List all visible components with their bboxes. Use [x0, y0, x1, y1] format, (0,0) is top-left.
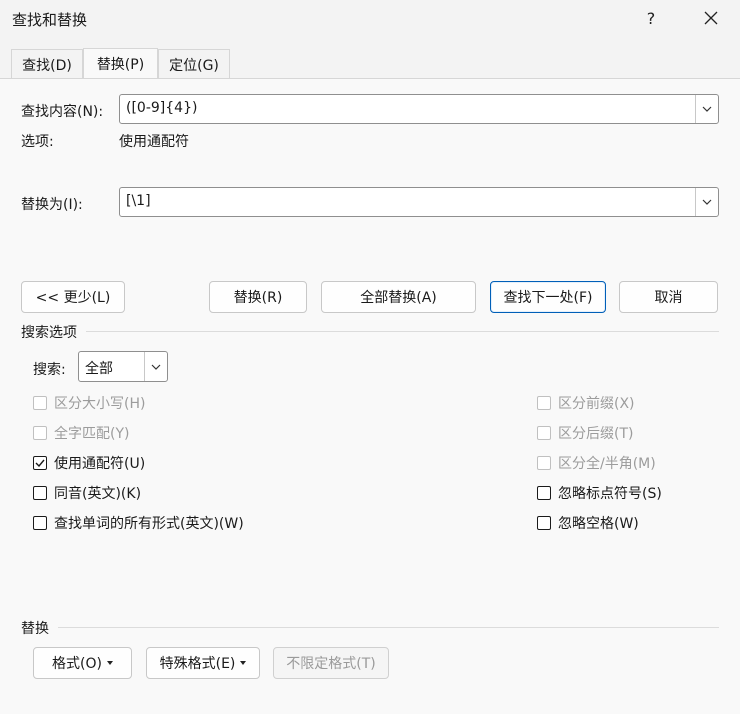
ignore-punctuation-label: 忽略标点符号(S)	[558, 486, 662, 502]
whole-word-checkbox[interactable]	[33, 426, 47, 440]
match-suffix-option[interactable]: 区分后缀(T)	[537, 423, 633, 443]
caret-down-icon	[106, 661, 113, 665]
match-suffix-label: 区分后缀(T)	[558, 426, 634, 442]
help-button[interactable]: ?	[628, 0, 674, 36]
replace-section-divider	[58, 627, 719, 628]
match-suffix-checkbox[interactable]	[537, 426, 551, 440]
search-direction-label: 搜索:	[33, 362, 66, 378]
sounds-like-label: 同音(英文)(K)	[54, 486, 142, 502]
whole-word-option[interactable]: 全字匹配(Y)	[33, 423, 129, 443]
match-case-option[interactable]: 区分大小写(H)	[33, 393, 145, 413]
ignore-space-label: 忽略空格(W)	[558, 516, 639, 532]
word-forms-label: 查找单词的所有形式(英文)(W)	[54, 516, 244, 532]
ignore-punctuation-option[interactable]: 忽略标点符号(S)	[537, 483, 662, 503]
match-prefix-label: 区分前缀(X)	[558, 396, 635, 412]
title-bar: 查找和替换 ?	[0, 0, 740, 38]
checkmark-icon	[35, 459, 45, 467]
sounds-like-option[interactable]: 同音(英文)(K)	[33, 483, 141, 503]
special-button-label: 特殊格式(E)	[159, 656, 236, 672]
caret-down-icon	[240, 661, 247, 665]
find-input[interactable]: ([0-9]{4})	[119, 94, 719, 124]
replace-button[interactable]: 替换(R)	[209, 281, 307, 313]
search-direction-value: 全部	[85, 361, 113, 377]
find-label: 查找内容(N):	[21, 104, 104, 120]
search-options-heading: 搜索选项	[21, 325, 77, 341]
match-prefix-option[interactable]: 区分前缀(X)	[537, 393, 635, 413]
sounds-like-checkbox[interactable]	[33, 486, 47, 500]
tab-goto[interactable]: 定位(G)	[158, 49, 230, 79]
whole-word-label: 全字匹配(Y)	[54, 426, 130, 442]
chevron-down-icon	[151, 364, 161, 370]
search-direction-dropdown[interactable]	[144, 352, 167, 381]
wildcards-label: 使用通配符(U)	[54, 456, 146, 472]
replace-all-button[interactable]: 全部替换(A)	[321, 281, 476, 313]
match-width-checkbox[interactable]	[537, 456, 551, 470]
options-value: 使用通配符	[119, 134, 189, 150]
replace-input-value: [\1]	[126, 193, 151, 209]
word-forms-checkbox[interactable]	[33, 516, 47, 530]
no-formatting-button[interactable]: 不限定格式(T)	[273, 647, 389, 679]
less-button[interactable]: << 更少(L)	[21, 281, 125, 313]
word-forms-option[interactable]: 查找单词的所有形式(英文)(W)	[33, 513, 244, 533]
ignore-space-checkbox[interactable]	[537, 516, 551, 530]
match-width-label: 区分全/半角(M)	[558, 456, 656, 472]
replace-section-heading: 替换	[21, 621, 49, 637]
options-label: 选项:	[21, 134, 54, 150]
chevron-down-icon	[702, 199, 712, 205]
match-case-checkbox[interactable]	[33, 396, 47, 410]
close-button[interactable]	[688, 0, 734, 36]
format-button-label: 格式(O)	[52, 656, 102, 672]
special-button[interactable]: 特殊格式(E)	[146, 647, 260, 679]
ignore-space-option[interactable]: 忽略空格(W)	[537, 513, 639, 533]
chevron-down-icon	[702, 106, 712, 112]
search-options-divider	[86, 331, 719, 332]
cancel-button[interactable]: 取消	[619, 281, 718, 313]
tab-replace[interactable]: 替换(P)	[83, 48, 158, 79]
tab-find[interactable]: 查找(D)	[11, 49, 83, 79]
find-input-value: ([0-9]{4})	[126, 100, 198, 116]
ignore-punctuation-checkbox[interactable]	[537, 486, 551, 500]
match-width-option[interactable]: 区分全/半角(M)	[537, 453, 656, 473]
search-direction-select[interactable]: 全部	[78, 351, 168, 382]
replace-dropdown[interactable]	[695, 188, 718, 216]
match-prefix-checkbox[interactable]	[537, 396, 551, 410]
replace-label: 替换为(I):	[21, 197, 83, 213]
wildcards-checkbox[interactable]	[33, 456, 47, 470]
find-next-button[interactable]: 查找下一处(F)	[490, 281, 606, 313]
window-title: 查找和替换	[12, 11, 88, 29]
format-button[interactable]: 格式(O)	[33, 647, 132, 679]
replace-input[interactable]: [\1]	[119, 187, 719, 217]
wildcards-option[interactable]: 使用通配符(U)	[33, 453, 145, 473]
find-dropdown[interactable]	[695, 95, 718, 123]
match-case-label: 区分大小写(H)	[54, 396, 146, 412]
close-icon	[704, 11, 718, 25]
